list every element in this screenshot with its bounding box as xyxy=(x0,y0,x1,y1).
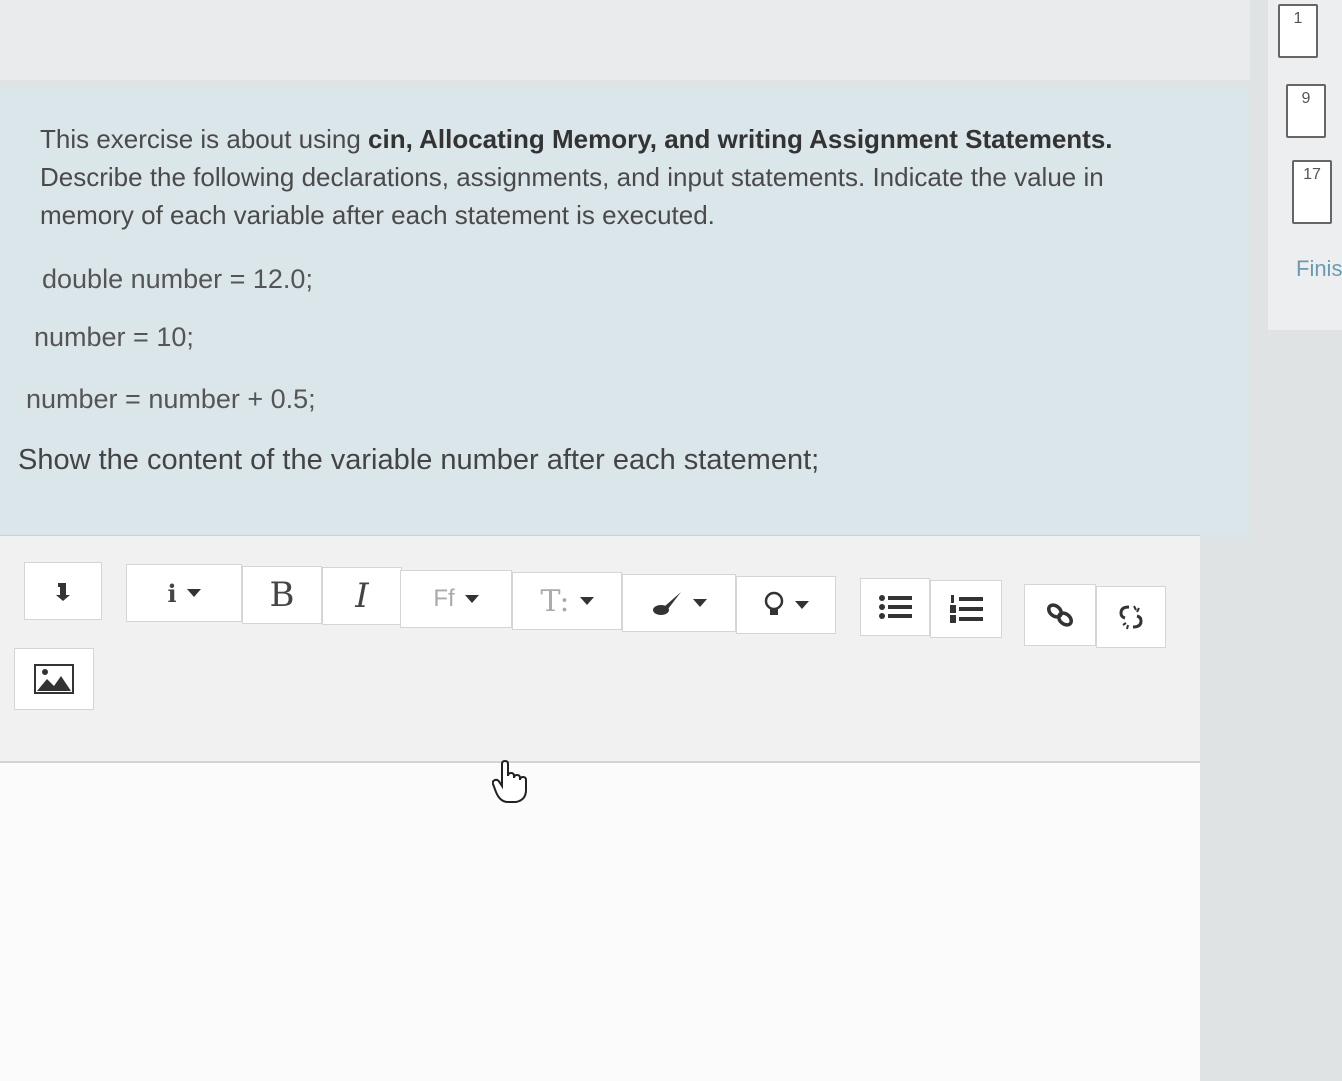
editor-toolbar: i B I Ff T: xyxy=(0,536,1200,763)
text-color-button[interactable] xyxy=(622,574,736,632)
answer-editor[interactable]: i B I Ff T: xyxy=(0,535,1200,1081)
finish-attempt-link[interactable]: Finis xyxy=(1296,256,1342,282)
code-line-3: number = number + 0.5; xyxy=(26,384,316,414)
italic-button[interactable]: I xyxy=(322,567,402,625)
editor-content-area[interactable] xyxy=(0,763,1200,1081)
nav-question-9[interactable]: 9 xyxy=(1286,84,1326,138)
chevron-down-icon xyxy=(579,597,594,605)
code-line-2: number = 10; xyxy=(34,322,194,352)
chevron-down-icon xyxy=(464,595,479,603)
header-band xyxy=(0,0,1250,80)
ordered-list-button[interactable] xyxy=(930,580,1002,638)
font-family-icon: Ff xyxy=(433,585,455,612)
image-icon xyxy=(34,664,74,694)
bullet-list-icon xyxy=(879,595,912,619)
unlink-icon xyxy=(1119,605,1143,630)
toolbar-toggle-button[interactable] xyxy=(24,562,102,620)
highlight-button[interactable] xyxy=(736,576,836,634)
insert-image-button[interactable] xyxy=(14,648,94,710)
font-size-button[interactable]: T: xyxy=(512,572,622,630)
question-instructions: Describe the following declarations, ass… xyxy=(40,162,1104,230)
brush-icon xyxy=(653,592,681,615)
font-family-button[interactable]: Ff xyxy=(400,570,512,628)
hand-cursor-icon xyxy=(492,760,527,803)
chevron-down-icon xyxy=(693,599,707,607)
info-icon: i xyxy=(167,578,177,608)
question-topics: cin, Allocating Memory, and writing Assi… xyxy=(368,124,1113,154)
unlink-button[interactable] xyxy=(1096,586,1166,648)
code-line-1: double number = 12.0; xyxy=(42,264,313,294)
chevron-down-icon xyxy=(186,589,201,597)
question-text: This exercise is about using cin, Alloca… xyxy=(40,120,1160,234)
unordered-list-button[interactable] xyxy=(860,578,930,636)
link-icon xyxy=(1046,603,1074,627)
chevron-down-icon xyxy=(795,601,809,609)
link-button[interactable] xyxy=(1024,584,1096,646)
question-intro: This exercise is about using xyxy=(40,124,369,154)
numbered-list-icon xyxy=(950,595,983,623)
info-button[interactable]: i xyxy=(126,564,242,622)
bold-button[interactable]: B xyxy=(242,566,322,624)
font-size-icon: T: xyxy=(540,583,570,619)
collapse-arrow-icon xyxy=(56,583,70,601)
nav-question-1[interactable]: 1 xyxy=(1278,4,1318,58)
lightbulb-icon xyxy=(764,591,784,615)
nav-question-17[interactable]: 17 xyxy=(1292,160,1332,224)
question-prompt: Show the content of the variable number … xyxy=(18,444,820,476)
